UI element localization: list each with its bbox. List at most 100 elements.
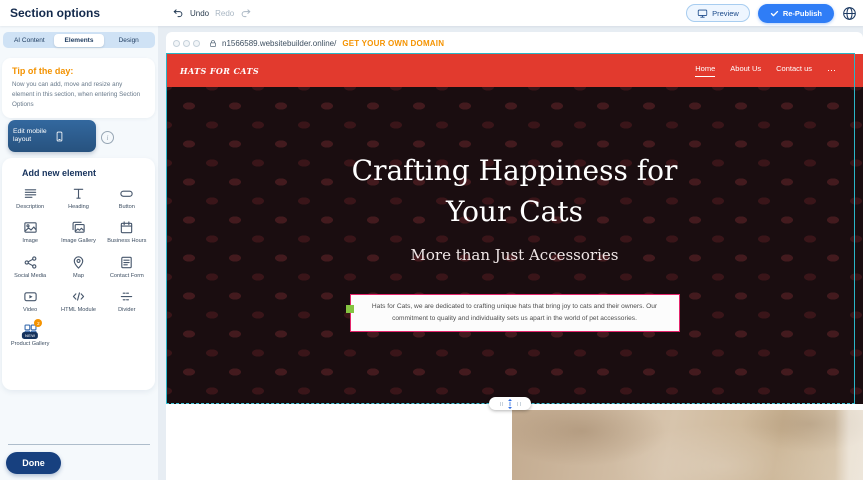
page-title: Section options	[10, 6, 100, 20]
hero-heading[interactable]: Crafting Happiness for Your Cats	[166, 151, 863, 232]
tab-design[interactable]: Design	[104, 34, 154, 47]
site-url: n1566589.websitebuilder.online/	[222, 39, 336, 48]
add-element-html-module[interactable]: HTML Module	[54, 289, 102, 314]
tab-ai-content[interactable]: AI Content	[5, 34, 55, 47]
republish-label: Re-Publish	[783, 9, 822, 18]
image-icon	[23, 220, 38, 235]
element-label: Image	[22, 238, 38, 245]
element-label: Product Gallery	[11, 341, 50, 348]
tip-body: Now you can add, move and resize any ele…	[12, 80, 145, 109]
window-dot-icon	[193, 40, 200, 47]
tab-elements[interactable]: Elements	[54, 34, 104, 47]
browser-bar: n1566589.websitebuilder.online/ GET YOUR…	[166, 32, 863, 54]
description-icon	[23, 186, 38, 201]
element-label: Map	[73, 273, 84, 280]
add-element-button[interactable]: Button	[103, 186, 151, 211]
count-badge: 2	[34, 319, 42, 327]
element-label: Image Gallery	[61, 238, 96, 245]
hero-body-text: Hats for Cats, we are dedicated to craft…	[372, 303, 657, 322]
done-button[interactable]: Done	[6, 452, 61, 474]
element-label: Contact Form	[110, 273, 144, 280]
lock-icon	[209, 39, 217, 48]
button-icon	[119, 186, 134, 201]
add-element-divider[interactable]: Divider	[103, 289, 151, 314]
preview-button[interactable]: Preview	[686, 4, 750, 22]
divider-icon	[119, 289, 134, 304]
monitor-icon	[697, 8, 708, 19]
element-label: Description	[16, 204, 44, 211]
element-label: Divider	[118, 307, 135, 314]
business-hours-icon	[119, 220, 134, 235]
element-grid: Description Heading Button Image Image Galle…	[6, 186, 151, 348]
element-label: Business Hours	[107, 238, 146, 245]
redo-button[interactable]: Redo	[215, 9, 234, 18]
hero-heading-line1: Crafting Happiness for	[352, 154, 678, 187]
element-label: Button	[119, 204, 135, 211]
hero-section[interactable]: Crafting Happiness for Your Cats More th…	[166, 87, 863, 404]
add-panel-title: Add new element	[6, 168, 151, 178]
element-label: Video	[23, 307, 37, 314]
nav-item-about-us[interactable]: About Us	[730, 64, 761, 77]
window-dot-icon	[183, 40, 190, 47]
nav-item-home[interactable]: Home	[695, 64, 715, 77]
video-icon	[23, 289, 38, 304]
hero-text-element[interactable]: Hats for Cats, we are dedicated to craft…	[350, 294, 680, 332]
sidebar: AI Content Elements Design Tip of the da…	[0, 26, 158, 480]
preview-label: Preview	[712, 9, 739, 18]
site-logo[interactable]: HATS FOR CATS	[180, 66, 259, 76]
element-label: HTML Module	[61, 307, 96, 314]
history-controls: Undo Redo	[172, 0, 252, 26]
html-module-icon	[71, 289, 86, 304]
section-resize-handle[interactable]	[489, 397, 531, 410]
topbar-actions: Preview Re-Publish	[686, 0, 857, 26]
add-element-social-media[interactable]: Social Media	[6, 255, 54, 280]
element-drag-handle[interactable]	[346, 305, 354, 313]
edit-mobile-layout-button[interactable]: Edit mobile layout	[8, 120, 96, 152]
undo-button[interactable]: Undo	[190, 9, 209, 18]
phone-icon	[54, 130, 91, 143]
new-tag: NEW	[22, 332, 38, 339]
element-label: Social Media	[14, 273, 46, 280]
sidebar-divider	[8, 444, 150, 445]
redo-icon[interactable]	[240, 7, 252, 19]
grip-ticks	[500, 402, 504, 406]
image-gallery-icon	[71, 220, 86, 235]
check-icon	[770, 9, 779, 18]
hero-subheading[interactable]: More than Just Accessories	[166, 246, 863, 264]
edit-mobile-label: Edit mobile layout	[13, 128, 50, 144]
tip-card: Tip of the day: Now you can add, move an…	[2, 58, 155, 118]
add-element-video[interactable]: Video	[6, 289, 54, 314]
add-element-contact-form[interactable]: Contact Form	[103, 255, 151, 280]
add-element-image[interactable]: Image	[6, 220, 54, 245]
add-element-image-gallery[interactable]: Image Gallery	[54, 220, 102, 245]
tip-title: Tip of the day:	[12, 66, 145, 76]
add-element-business-hours[interactable]: Business Hours	[103, 220, 151, 245]
heading-icon	[71, 186, 86, 201]
contact-form-icon	[119, 255, 134, 270]
add-element-panel: Add new element Description Heading Button…	[2, 158, 155, 390]
next-section-image	[512, 410, 863, 480]
sidebar-tabs: AI Content Elements Design	[3, 32, 155, 48]
nav-more-icon[interactable]: ⋯	[827, 65, 837, 76]
nav-item-contact-us[interactable]: Contact us	[776, 64, 812, 77]
element-label: Heading	[68, 204, 89, 211]
map-icon	[71, 255, 86, 270]
topbar: Section options Undo Redo Preview Re-Pub…	[0, 0, 863, 26]
add-element-description[interactable]: Description	[6, 186, 54, 211]
add-element-product-gallery[interactable]: 2NEWProduct Gallery	[6, 323, 54, 348]
globe-icon[interactable]	[842, 6, 857, 21]
resize-arrows-icon	[506, 398, 514, 410]
add-element-map[interactable]: Map	[54, 255, 102, 280]
republish-button[interactable]: Re-Publish	[758, 4, 834, 23]
social-media-icon	[23, 255, 38, 270]
site-preview: n1566589.websitebuilder.online/ GET YOUR…	[166, 32, 863, 480]
undo-icon[interactable]	[172, 7, 184, 19]
site-header: HATS FOR CATS Home About Us Contact us ⋯	[166, 54, 863, 87]
get-domain-link[interactable]: GET YOUR OWN DOMAIN	[342, 39, 444, 48]
hero-heading-line2: Your Cats	[446, 195, 583, 228]
info-icon[interactable]: i	[101, 131, 114, 144]
add-element-heading[interactable]: Heading	[54, 186, 102, 211]
grip-ticks	[517, 402, 521, 406]
site-nav: Home About Us Contact us ⋯	[695, 64, 837, 77]
window-dot-icon	[173, 40, 180, 47]
